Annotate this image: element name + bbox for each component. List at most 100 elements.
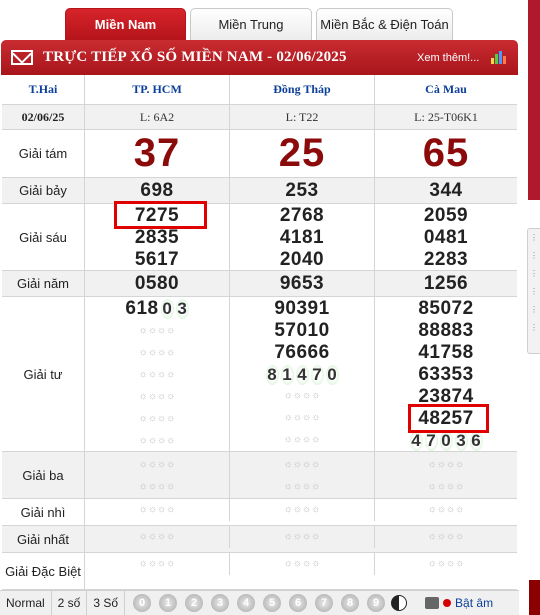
pending-placeholder: ☼☼☼☼ xyxy=(138,369,176,380)
table-row-special-prize: Giải Đặc Biệt ☼☼☼☼ ☼☼☼☼ ☼☼☼☼ xyxy=(2,553,517,590)
see-more-link[interactable]: Xem thêm!... xyxy=(417,52,479,64)
pending-placeholder: ☼☼☼☼ xyxy=(230,553,375,575)
province-ca-mau[interactable]: Cà Mau xyxy=(375,75,517,104)
digit-button[interactable]: 2 xyxy=(185,594,204,612)
pending-placeholder: ☼☼☼☼ xyxy=(283,458,321,470)
spinning-digit: 0 xyxy=(325,364,339,385)
ticket-code: L: 6A2 xyxy=(85,105,230,129)
page-title: TRỰC TIẾP XỔ SỐ MIỀN NAM - 02/06/2025 xyxy=(43,49,347,65)
prize-label: Giải tư xyxy=(2,297,85,451)
prize-value: 90391 xyxy=(274,298,330,319)
sound-icon xyxy=(443,599,452,607)
side-toolbar-handle-icon[interactable]: ⋮ xyxy=(528,319,540,337)
prize-label: Giải tám xyxy=(2,130,85,177)
tab-mien-bac-dien-toan[interactable]: Miền Bắc & Điện Toán xyxy=(316,8,453,40)
table-row-prize-6: Giải sáu 7275 2835 5617 2768 4181 2040 2… xyxy=(2,204,517,271)
pending-placeholder: ☼☼☼☼ xyxy=(138,347,176,358)
pending-placeholder: ☼☼☼☼ xyxy=(85,499,230,521)
pending-placeholder: ☼☼☼☼ xyxy=(283,480,321,492)
prize-value: 63353 xyxy=(418,364,474,385)
table-row-prize-1: Giải nhất ☼☼☼☼ ☼☼☼☼ ☼☼☼☼ xyxy=(2,526,517,553)
digit-button[interactable]: 7 xyxy=(315,594,334,612)
digit-button[interactable]: 5 xyxy=(263,594,282,612)
digit-button[interactable]: 0 xyxy=(133,594,152,612)
spinning-digit: 0 xyxy=(439,430,453,451)
digit-button[interactable]: 6 xyxy=(289,594,308,612)
spinning-digit: 3 xyxy=(175,299,189,319)
pending-placeholder: ☼☼☼☼ xyxy=(138,413,176,424)
scroll-top-button[interactable] xyxy=(529,580,540,615)
three-digit-button[interactable]: 3 Số xyxy=(87,590,126,615)
province-hcm[interactable]: TP. HCM xyxy=(85,75,230,104)
prize-value: 0481 xyxy=(423,227,469,248)
digit-button[interactable]: 4 xyxy=(237,594,256,612)
prize-value: 2040 xyxy=(279,249,325,270)
table-row-prize-8: Giải tám 37 25 65 xyxy=(2,130,517,178)
province-dong-thap[interactable]: Đồng Tháp xyxy=(230,75,375,104)
side-toolbar-handle-icon[interactable]: ⋮ xyxy=(528,247,540,265)
prize-values: 90391 57010 76666 8 1 4 7 0 ☼☼☼☼ ☼☼☼☼ ☼☼… xyxy=(230,297,375,451)
table-row-prize-5: Giải năm 0580 9653 1256 xyxy=(2,271,517,297)
prize-value: 2059 xyxy=(423,205,469,226)
prize-values: 2768 4181 2040 xyxy=(230,204,375,270)
prize-values: ☼☼☼☼ ☼☼☼☼ xyxy=(85,452,230,498)
highlight-box xyxy=(408,404,489,433)
side-banner-strip xyxy=(528,0,540,200)
prize-value: 4181 xyxy=(279,227,325,248)
table-row-prize-3: Giải ba ☼☼☼☼ ☼☼☼☼ ☼☼☼☼ ☼☼☼☼ ☼☼☼☼ ☼☼☼☼ xyxy=(2,452,517,499)
bar-chart-icon[interactable] xyxy=(491,51,507,64)
prize-values: ☼☼☼☼ ☼☼☼☼ xyxy=(230,452,375,498)
pending-placeholder: ☼☼☼☼ xyxy=(138,435,176,446)
region-tabs: Miền Nam Miền Trung Miền Bắc & Điện Toán xyxy=(65,8,453,40)
results-header: TRỰC TIẾP XỔ SỐ MIỀN NAM - 02/06/2025 Xe… xyxy=(1,40,518,75)
spinning-digit: 3 xyxy=(454,430,468,451)
normal-mode-button[interactable]: Normal xyxy=(0,590,52,615)
prize-values: ☼☼☼☼ ☼☼☼☼ xyxy=(375,452,517,498)
prize-value: 41758 xyxy=(418,342,474,363)
prize-value: 2768 xyxy=(279,205,325,226)
spinning-digit: 7 xyxy=(310,364,324,385)
pending-placeholder: ☼☼☼☼ xyxy=(138,391,176,402)
pending-placeholder: ☼☼☼☼ xyxy=(427,480,465,492)
highlight-box xyxy=(114,201,207,229)
prize-label: Giải ba xyxy=(2,452,85,498)
yin-yang-icon[interactable] xyxy=(391,595,408,611)
spinning-number: 8 1 4 7 0 xyxy=(265,364,339,385)
sound-toggle[interactable]: Bật âm xyxy=(425,596,493,610)
pending-placeholder: ☼☼☼☼ xyxy=(283,434,321,445)
tab-mien-trung[interactable]: Miền Trung xyxy=(190,8,312,40)
spinning-digit: 1 xyxy=(280,364,294,385)
pending-placeholder: ☼☼☼☼ xyxy=(85,553,230,575)
pending-placeholder: ☼☼☼☼ xyxy=(230,499,375,521)
prize-label: Giải nhất xyxy=(2,526,85,552)
prize-values: 618 0 3 ☼☼☼☼ ☼☼☼☼ ☼☼☼☼ ☼☼☼☼ ☼☼☼☼ ☼☼☼☼ xyxy=(85,297,230,451)
side-toolbar-handle-icon[interactable]: ⋮ xyxy=(528,265,540,283)
digit-button[interactable]: 8 xyxy=(341,594,360,612)
prize-value: 57010 xyxy=(274,320,330,341)
two-digit-button[interactable]: 2 số xyxy=(52,590,88,615)
prize-value: 344 xyxy=(429,179,463,201)
side-toolbar-handle-icon[interactable]: ⋮ xyxy=(528,283,540,301)
prize-digits: 618 xyxy=(125,298,159,319)
side-toolbar-handle-icon[interactable]: ⋮ xyxy=(528,229,540,247)
prize-value: 1256 xyxy=(423,272,469,294)
spinning-number: 4 7 0 3 6 xyxy=(409,430,483,451)
draw-date: 02/06/25 xyxy=(2,105,85,129)
side-toolbar-handle-icon[interactable]: ⋮ xyxy=(528,301,540,319)
digit-filter: 0 1 2 3 4 5 6 7 8 9 xyxy=(133,594,386,612)
prize-value: 37 xyxy=(85,130,230,177)
digit-button[interactable]: 9 xyxy=(367,594,386,612)
prize-value: 0580 xyxy=(85,271,230,296)
digit-button[interactable]: 3 xyxy=(211,594,230,612)
tab-mien-nam[interactable]: Miền Nam xyxy=(65,8,186,40)
side-toolbar[interactable]: ⋮ ⋮ ⋮ ⋮ ⋮ ⋮ xyxy=(527,228,540,354)
table-row-prize-2: Giải nhì ☼☼☼☼ ☼☼☼☼ ☼☼☼☼ xyxy=(2,499,517,526)
prize-value: 9653 xyxy=(230,271,375,296)
pending-placeholder: ☼☼☼☼ xyxy=(427,558,465,569)
prize-value: 5617 xyxy=(134,249,180,270)
pending-placeholder: ☼☼☼☼ xyxy=(427,504,465,515)
prize-label: Giải Đặc Biệt xyxy=(2,553,85,589)
prize-value: 2835 xyxy=(134,227,180,248)
pending-placeholder: ☼☼☼☼ xyxy=(138,480,176,492)
digit-button[interactable]: 1 xyxy=(159,594,178,612)
